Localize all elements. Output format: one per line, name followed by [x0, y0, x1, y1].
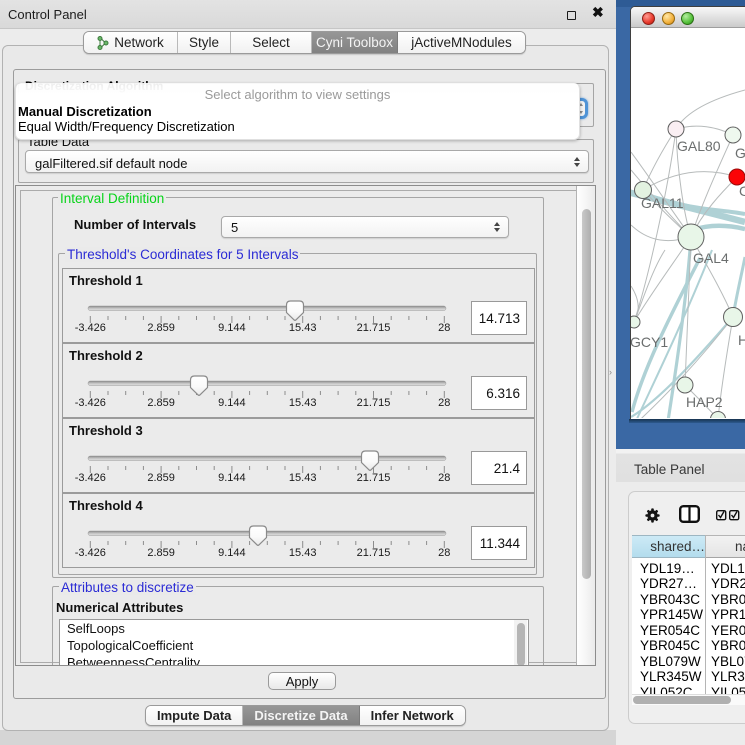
svg-text:21.715: 21.715 [357, 472, 391, 484]
svg-text:15.43: 15.43 [289, 397, 317, 409]
svg-text:GAL11: GAL11 [641, 195, 684, 211]
svg-text:2.859: 2.859 [147, 322, 175, 334]
svg-text:21.715: 21.715 [357, 397, 391, 409]
svg-text:28: 28 [438, 472, 450, 484]
svg-text:H: H [738, 332, 745, 348]
svg-text:HAP2: HAP2 [686, 394, 723, 410]
svg-text:2.859: 2.859 [147, 472, 175, 484]
svg-text:GAL80: GAL80 [677, 138, 721, 154]
svg-text:GAL4: GAL4 [693, 250, 729, 266]
svg-text:28: 28 [438, 397, 450, 409]
svg-text:9.144: 9.144 [218, 397, 246, 409]
svg-text:GCY1: GCY1 [631, 334, 668, 350]
svg-text:9.144: 9.144 [218, 322, 246, 334]
svg-text:9.144: 9.144 [218, 547, 246, 559]
svg-text:21.715: 21.715 [357, 547, 391, 559]
svg-text:GA: GA [735, 145, 745, 161]
svg-text:15.43: 15.43 [289, 472, 317, 484]
svg-text:-3.426: -3.426 [75, 472, 106, 484]
svg-text:-3.426: -3.426 [75, 547, 106, 559]
svg-text:C: C [739, 183, 745, 199]
svg-text:21.715: 21.715 [357, 322, 391, 334]
svg-text:2.859: 2.859 [147, 547, 175, 559]
svg-text:9.144: 9.144 [218, 472, 246, 484]
svg-text:-3.426: -3.426 [75, 322, 106, 334]
svg-text:15.43: 15.43 [289, 547, 317, 559]
svg-text:28: 28 [438, 547, 450, 559]
svg-text:-3.426: -3.426 [75, 397, 106, 409]
svg-text:15.43: 15.43 [289, 322, 317, 334]
svg-text:2.859: 2.859 [147, 397, 175, 409]
svg-text:28: 28 [438, 322, 450, 334]
